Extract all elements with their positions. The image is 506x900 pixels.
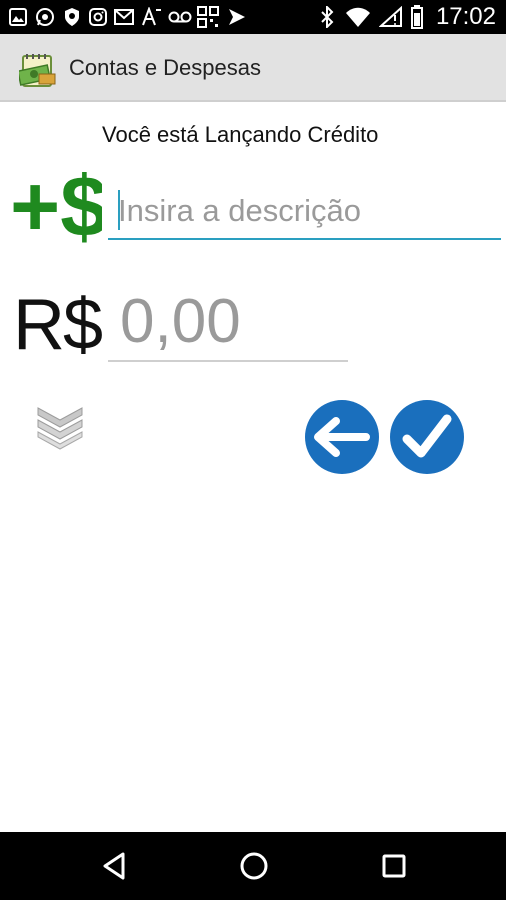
voicemail-icon (168, 7, 192, 27)
wifi-icon (344, 7, 372, 27)
app-title: Contas e Despesas (69, 55, 261, 80)
chevrons-down-icon (37, 407, 83, 450)
gmail-icon (114, 7, 134, 27)
nav-recents-button[interactable] (374, 848, 414, 884)
font-icon (140, 7, 164, 27)
checkmark-icon (402, 414, 452, 458)
battery-icon (410, 5, 424, 29)
nav-back-button[interactable] (94, 848, 134, 884)
home-circle-icon (240, 852, 268, 880)
entry-form: Você está Lançando Crédito +$ R$ (0, 102, 506, 832)
description-input[interactable] (108, 184, 501, 240)
navigation-bar (0, 832, 506, 900)
value-input[interactable] (108, 282, 348, 362)
app-bar: Contas e Despesas (0, 34, 506, 102)
nav-home-button[interactable] (234, 848, 274, 884)
whatsapp-icon (34, 7, 56, 27)
currency-label: R$ (13, 285, 103, 365)
status-time: 17:02 (435, 3, 496, 30)
recents-square-icon (382, 854, 406, 878)
back-triangle-icon (103, 852, 125, 880)
text-cursor (118, 190, 120, 230)
image-icon (8, 7, 28, 27)
shield-icon (62, 7, 82, 27)
mode-label: Você está Lançando Crédito (102, 122, 379, 147)
instagram-icon (88, 7, 108, 27)
arrow-left-icon (314, 417, 370, 457)
qr-icon (196, 6, 220, 28)
expand-button[interactable] (34, 402, 86, 450)
credit-icon: +$ (10, 158, 108, 255)
delivery-icon (226, 7, 248, 27)
credit-icon-text: +$ (10, 159, 102, 248)
no-sim-icon (378, 6, 404, 27)
confirm-button[interactable] (390, 400, 464, 474)
bluetooth-icon (318, 6, 336, 28)
status-bar: 17:02 (0, 0, 506, 34)
money-notebook-icon (16, 52, 57, 88)
back-button[interactable] (305, 400, 379, 474)
